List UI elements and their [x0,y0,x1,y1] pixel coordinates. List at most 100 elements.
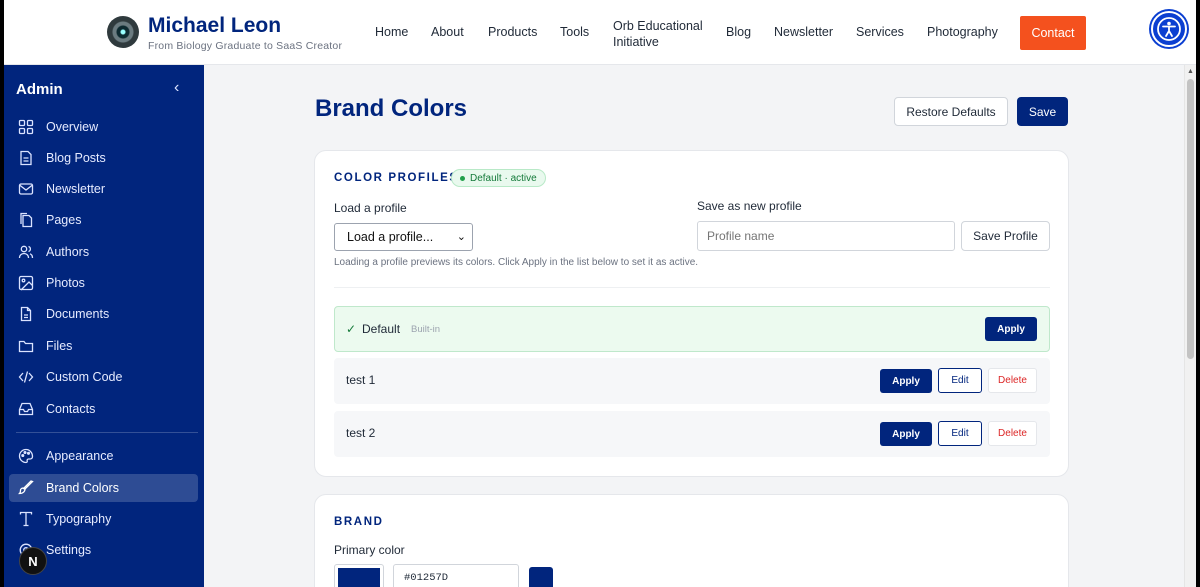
profile-help-text: Loading a profile previews its colors. C… [334,257,699,268]
sidebar-item-label: Typography [46,512,112,526]
brush-icon [18,480,34,495]
nav-services[interactable]: Services [856,25,904,39]
sidebar-item-files[interactable]: Files [9,332,198,360]
accessibility-button[interactable] [1151,11,1187,47]
grid-icon [18,119,34,135]
site-name[interactable]: Michael Leon [148,14,281,38]
chevron-down-icon: ⌄ [456,231,466,243]
copy-icon [20,212,33,228]
sidebar-item-typography[interactable]: Typography [9,505,198,533]
delete-profile-button[interactable]: Delete [988,368,1037,393]
profile-row-test-1: test 1 Apply Edit Delete [334,358,1050,404]
nav-home[interactable]: Home [375,25,408,39]
brand-card: BRAND Primary color #01257D [314,494,1069,587]
save-new-profile-label: Save as new profile [697,199,802,213]
main-content: Brand Colors Restore Defaults Save COLOR… [204,65,1184,587]
nav-about[interactable]: About [431,25,464,39]
sidebar-item-pages[interactable]: Pages [9,206,198,234]
sidebar-item-label: Newsletter [46,182,106,196]
mail-icon [18,183,34,195]
sidebar-item-label: Contacts [46,402,96,416]
profile-name: test 1 [346,373,376,387]
type-icon [19,511,33,527]
page-title: Brand Colors [315,95,468,122]
nav-blog[interactable]: Blog [726,25,751,39]
active-profile-badge: Default · active [451,169,546,187]
load-profile-selected: Load a profile... [347,230,434,244]
delete-profile-button[interactable]: Delete [988,421,1037,446]
scroll-up-icon[interactable]: ▲ [1187,68,1194,75]
restore-defaults-button[interactable]: Restore Defaults [894,97,1008,126]
save-profile-button[interactable]: Save Profile [961,221,1050,251]
sidebar-item-documents[interactable]: Documents [9,300,198,328]
sidebar-item-appearance[interactable]: Appearance [9,442,198,470]
profile-name: Default [362,322,401,336]
primary-color-preview [529,567,553,587]
sidebar-item-custom-code[interactable]: Custom Code [9,363,198,391]
sidebar-item-label: Blog Posts [46,151,106,165]
profile-name-input[interactable] [697,221,955,251]
load-profile-select[interactable]: Load a profile... ⌄ [334,223,473,251]
accessibility-icon [1157,17,1181,41]
primary-color-picker[interactable] [334,564,384,587]
browser-viewport: Michael Leon From Biology Graduate to Sa… [4,0,1196,587]
sidebar-item-label: Documents [46,307,110,321]
framework-badge[interactable]: N [19,547,47,575]
nav-newsletter[interactable]: Newsletter [774,25,833,39]
sidebar-item-contacts[interactable]: Contacts [9,395,198,423]
inbox-icon [18,402,34,416]
document-icon [20,306,32,322]
image-icon [18,275,34,291]
color-profiles-card: COLOR PROFILES Default · active Load a p… [314,150,1069,477]
file-text-icon [20,150,32,166]
sidebar-item-authors[interactable]: Authors [9,238,198,266]
sidebar-item-label: Brand Colors [46,481,119,495]
sidebar-item-brand-colors[interactable]: Brand Colors [9,474,198,502]
sidebar-divider [16,432,198,433]
save-button[interactable]: Save [1017,97,1068,126]
admin-sidebar: Admin ‹ Overview Blog Posts Newsletter P… [4,65,204,587]
edit-profile-button[interactable]: Edit [938,421,982,446]
folder-icon [18,340,34,353]
sidebar-item-label: Pages [46,213,82,227]
nav-tools[interactable]: Tools [560,25,589,39]
primary-color-label: Primary color [334,543,405,557]
apply-profile-button[interactable]: Apply [985,317,1037,341]
apply-profile-button[interactable]: Apply [880,422,932,446]
profile-row-default: ✓ Default Built-in Apply [334,306,1050,352]
sidebar-item-label: Overview [46,120,99,134]
section-divider [334,287,1050,288]
site-header: Michael Leon From Biology Graduate to Sa… [4,0,1196,65]
scrollbar-thumb[interactable] [1187,79,1194,359]
checkmark-icon: ✓ [346,322,357,336]
sidebar-item-newsletter[interactable]: Newsletter [9,175,198,203]
contact-button[interactable]: Contact [1020,16,1086,50]
sidebar-item-label: Settings [46,543,92,557]
brand-heading: BRAND [334,516,384,528]
load-profile-label: Load a profile [334,201,407,215]
code-icon [18,371,34,383]
site-tagline: From Biology Graduate to SaaS Creator [148,40,343,52]
sidebar-item-label: Appearance [46,449,114,463]
sidebar-item-label: Photos [46,276,85,290]
sidebar-title: Admin [16,81,63,98]
vertical-scrollbar[interactable]: ▲ [1184,65,1196,587]
site-logo[interactable] [107,16,139,48]
edit-profile-button[interactable]: Edit [938,368,982,393]
palette-icon [18,448,34,464]
profile-name: test 2 [346,426,376,440]
chevron-left-icon[interactable]: ‹ [174,79,179,97]
users-icon [18,245,34,259]
sidebar-item-label: Custom Code [46,370,123,384]
nav-orb-educational-initiative[interactable]: Orb Educational Initiative [613,18,713,50]
built-in-tag: Built-in [411,324,441,335]
sidebar-item-overview[interactable]: Overview [9,113,198,141]
profile-row-test-2: test 2 Apply Edit Delete [334,411,1050,457]
apply-profile-button[interactable]: Apply [880,369,932,393]
nav-photography[interactable]: Photography [927,25,998,39]
nav-products[interactable]: Products [488,25,537,39]
sidebar-item-blog-posts[interactable]: Blog Posts [9,144,198,172]
color-profiles-heading: COLOR PROFILES [334,172,459,184]
primary-color-hex-input[interactable]: #01257D [393,564,519,587]
sidebar-item-photos[interactable]: Photos [9,269,198,297]
